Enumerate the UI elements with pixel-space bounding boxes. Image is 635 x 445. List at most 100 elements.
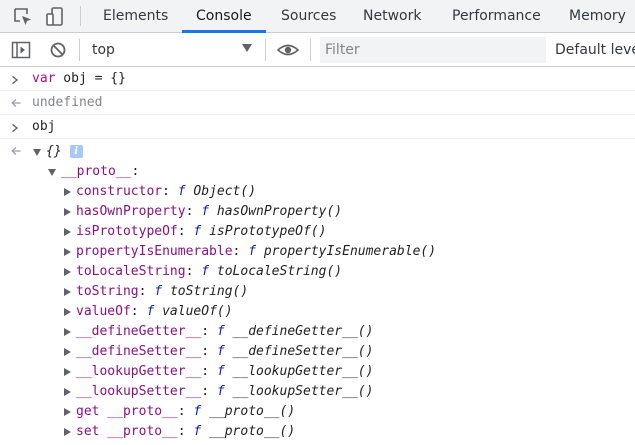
property-name: __defineSetter__ xyxy=(76,344,202,359)
property-colon: : xyxy=(201,384,210,399)
property-colon: : xyxy=(177,224,186,239)
tab-elements[interactable]: Elements xyxy=(103,0,168,32)
clear-console-icon[interactable] xyxy=(48,41,68,59)
proto-member-row[interactable]: __defineSetter__: f __defineSetter__() xyxy=(0,342,635,362)
tab-console[interactable]: Console xyxy=(196,0,252,32)
proto-member-row[interactable]: toLocaleString: f toLocaleString() xyxy=(0,262,635,282)
proto-members-list: constructor: f Object() hasOwnProperty: … xyxy=(0,182,635,442)
tab-memory[interactable]: Memory xyxy=(569,0,626,32)
result-arrow-icon xyxy=(11,99,21,107)
console-input-text[interactable]: obj xyxy=(32,117,55,137)
proto-member-row[interactable]: get __proto__: f __proto__() xyxy=(0,402,635,422)
proto-member-row[interactable]: constructor: f Object() xyxy=(0,182,635,202)
proto-member-row[interactable]: set __proto__: f __proto__() xyxy=(0,422,635,442)
expand-triangle-icon[interactable] xyxy=(64,387,71,396)
info-badge-icon[interactable]: i xyxy=(69,145,83,158)
property-name: set __proto__ xyxy=(76,424,178,439)
console-result-text: undefined xyxy=(32,95,103,110)
expand-triangle-icon[interactable] xyxy=(64,187,71,196)
property-name: __proto__ xyxy=(61,164,132,179)
context-selector[interactable]: top xyxy=(85,37,257,63)
console-sidebar-icon[interactable] xyxy=(11,41,31,59)
expand-triangle-icon[interactable] xyxy=(64,427,71,436)
proto-member-row[interactable]: isPrototypeOf: f isPrototypeOf() xyxy=(0,222,635,242)
property-name: get __proto__ xyxy=(76,404,178,419)
expand-triangle-icon[interactable] xyxy=(64,327,71,336)
function-signature: __proto__() xyxy=(209,424,296,439)
expand-triangle-icon[interactable] xyxy=(33,149,41,156)
property-name: constructor xyxy=(76,184,163,199)
object-tree-root[interactable]: {} i xyxy=(0,142,635,162)
toolbar-separator xyxy=(79,39,80,61)
inspect-element-icon[interactable] xyxy=(12,6,34,28)
console-input-message: var obj = {} xyxy=(0,67,635,91)
property-colon: : xyxy=(201,324,210,339)
console-input-message: obj xyxy=(0,115,635,139)
filter-input[interactable] xyxy=(320,37,546,63)
devtools-window: Elements Console Sources Network Perform… xyxy=(0,0,635,445)
proto-member-row[interactable]: hasOwnProperty: f hasOwnProperty() xyxy=(0,202,635,222)
expand-triangle-icon[interactable] xyxy=(64,407,71,416)
property-name: propertyIsEnumerable xyxy=(76,244,233,259)
property-name: __defineGetter__ xyxy=(76,324,202,339)
expand-triangle-icon[interactable] xyxy=(64,227,71,236)
function-f-label: f xyxy=(154,284,163,299)
property-colon: : xyxy=(177,424,186,439)
expand-triangle-icon[interactable] xyxy=(64,247,71,256)
function-signature: hasOwnProperty() xyxy=(216,204,343,219)
expand-triangle-icon[interactable] xyxy=(64,287,71,296)
console-messages: var obj = {} undefined obj {} i __proto_… xyxy=(0,67,635,445)
expand-triangle-icon[interactable] xyxy=(48,169,56,176)
function-signature: Object() xyxy=(193,184,257,199)
expand-triangle-icon[interactable] xyxy=(64,207,71,216)
property-name: __lookupSetter__ xyxy=(76,384,202,399)
property-colon: : xyxy=(130,304,139,319)
property-colon: : xyxy=(131,164,140,179)
function-signature: __defineGetter__() xyxy=(232,324,374,339)
expand-triangle-icon[interactable] xyxy=(64,307,71,316)
function-signature: toString() xyxy=(169,284,249,299)
toolbar-separator xyxy=(310,39,311,61)
expand-triangle-icon[interactable] xyxy=(64,347,71,356)
function-f-label: f xyxy=(201,264,210,279)
console-input-text[interactable]: var obj = {} xyxy=(32,69,126,89)
function-f-label: f xyxy=(216,384,225,399)
proto-member-row[interactable]: propertyIsEnumerable: f propertyIsEnumer… xyxy=(0,242,635,262)
property-colon: : xyxy=(201,364,210,379)
function-f-label: f xyxy=(248,244,257,259)
chevron-right-icon xyxy=(12,124,19,132)
proto-member-row[interactable]: __lookupGetter__: f __lookupGetter__() xyxy=(0,362,635,382)
keyword-token: var xyxy=(32,71,56,86)
console-toolbar: top Default levels xyxy=(0,33,635,67)
toolbar-separator xyxy=(265,39,266,61)
expand-triangle-icon[interactable] xyxy=(64,267,71,276)
property-name: isPrototypeOf xyxy=(76,224,178,239)
proto-member-row[interactable]: valueOf: f valueOf() xyxy=(0,302,635,322)
function-signature: valueOf() xyxy=(162,304,233,319)
tab-network[interactable]: Network xyxy=(363,0,421,32)
tab-bar-separator xyxy=(80,6,81,26)
log-levels-dropdown[interactable]: Default levels xyxy=(555,33,635,67)
property-colon: : xyxy=(201,344,210,359)
property-name: __lookupGetter__ xyxy=(76,364,202,379)
function-f-label: f xyxy=(201,204,210,219)
proto-member-row[interactable]: __defineGetter__: f __defineGetter__() xyxy=(0,322,635,342)
chevron-right-icon xyxy=(12,76,19,84)
tab-sources[interactable]: Sources xyxy=(281,0,336,32)
property-name: toLocaleString xyxy=(76,264,186,279)
function-signature: __lookupGetter__() xyxy=(232,364,374,379)
property-name: toString xyxy=(76,284,139,299)
property-colon: : xyxy=(177,404,186,419)
device-toolbar-icon[interactable] xyxy=(44,6,66,28)
function-signature: __lookupSetter__() xyxy=(232,384,374,399)
expand-triangle-icon[interactable] xyxy=(64,367,71,376)
proto-member-row[interactable]: toString: f toString() xyxy=(0,282,635,302)
function-signature: __defineSetter__() xyxy=(232,344,374,359)
live-expression-eye-icon[interactable] xyxy=(277,41,299,59)
function-signature: toLocaleString() xyxy=(216,264,343,279)
proto-member-row[interactable]: __lookupSetter__: f __lookupSetter__() xyxy=(0,382,635,402)
tab-performance[interactable]: Performance xyxy=(452,0,541,32)
function-f-label: f xyxy=(216,324,225,339)
proto-tree-node[interactable]: __proto__: xyxy=(0,162,635,182)
chevron-down-icon xyxy=(242,44,252,52)
